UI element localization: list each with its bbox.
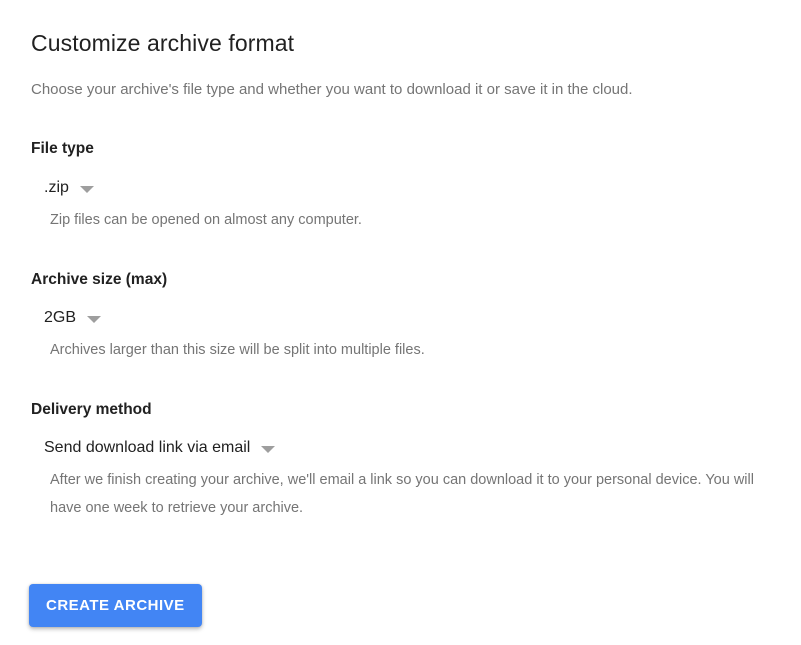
- file-type-value: .zip: [44, 179, 69, 196]
- delivery-method-description: After we finish creating your archive, w…: [50, 472, 754, 516]
- archive-size-description: Archives larger than this size will be s…: [50, 342, 425, 358]
- file-type-description: Zip files can be opened on almost any co…: [50, 212, 362, 228]
- chevron-down-icon: [79, 186, 94, 193]
- delivery-method-dropdown[interactable]: Send download link via email: [44, 438, 276, 458]
- section-file-type: File type .zip Zip files can be opened o…: [31, 139, 770, 234]
- chevron-down-icon: [87, 316, 102, 323]
- page-title: Customize archive format: [31, 30, 295, 56]
- delivery-method-label: Delivery method: [31, 401, 152, 418]
- file-type-label: File type: [31, 140, 94, 157]
- archive-size-label: Archive size (max): [31, 271, 168, 288]
- create-archive-button[interactable]: CREATE ARCHIVE: [29, 584, 202, 627]
- section-delivery-method: Delivery method Send download link via e…: [31, 400, 770, 522]
- chevron-down-icon: [261, 446, 276, 453]
- archive-size-value: 2GB: [44, 309, 77, 326]
- page-subtitle: Choose your archive's file type and whet…: [31, 81, 633, 98]
- delivery-method-value: Send download link via email: [44, 439, 251, 456]
- file-type-dropdown[interactable]: .zip: [44, 178, 94, 198]
- customize-archive-page: Customize archive format Choose your arc…: [0, 0, 801, 627]
- archive-size-dropdown[interactable]: 2GB: [44, 308, 102, 328]
- section-archive-size: Archive size (max) 2GB Archives larger t…: [31, 270, 770, 364]
